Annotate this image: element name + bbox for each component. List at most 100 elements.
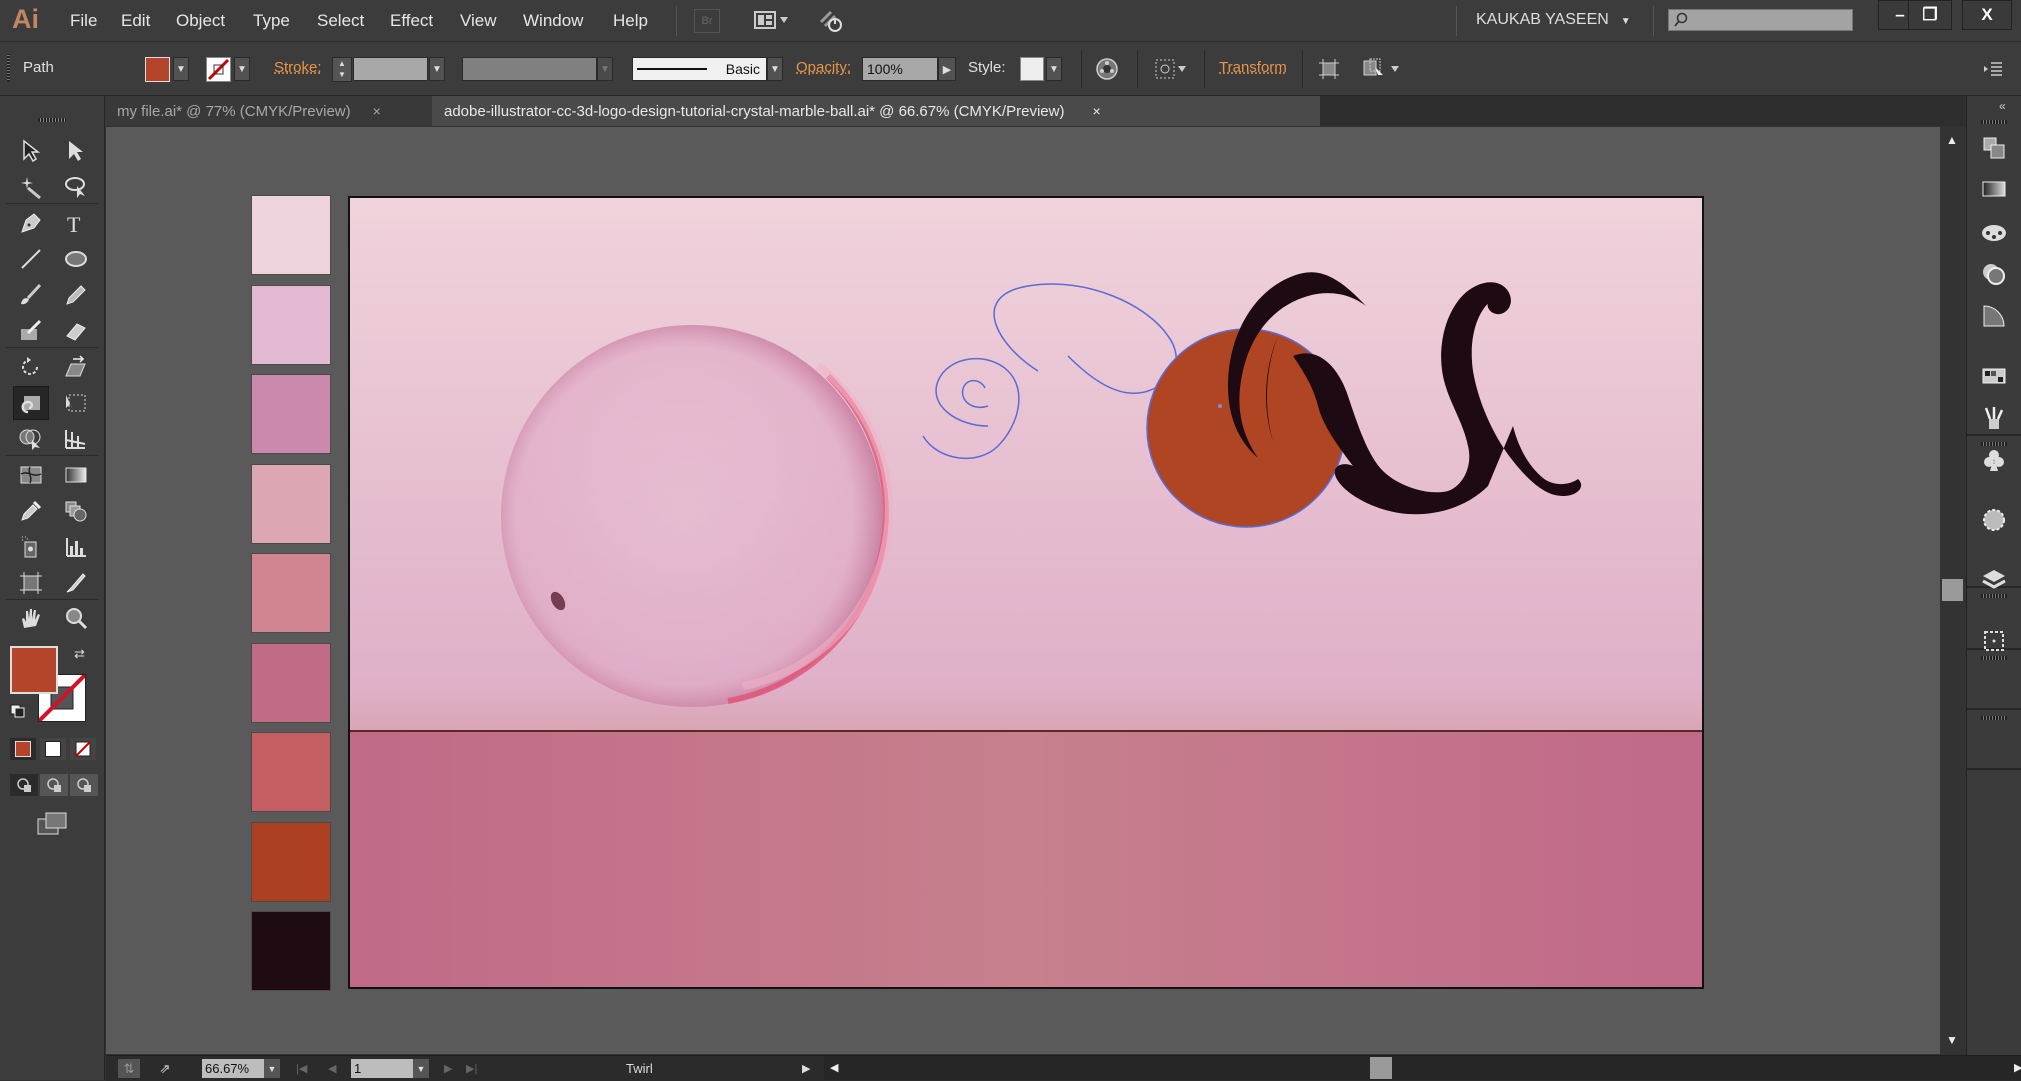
color-swatch-1[interactable]: [252, 196, 330, 274]
scroll-left-arrow[interactable]: ◀: [830, 1061, 838, 1074]
tab-crystal-marble-ball[interactable]: adobe-illustrator-cc-3d-logo-design-tuto…: [432, 96, 1320, 126]
zoom-level-dropdown[interactable]: ▼: [264, 1059, 280, 1078]
menu-edit[interactable]: Edit: [121, 11, 150, 31]
bridge-button[interactable]: Br: [694, 9, 720, 33]
eraser-tool[interactable]: [58, 314, 94, 348]
pencil-tool[interactable]: [58, 278, 94, 312]
gpu-performance-button[interactable]: [816, 8, 846, 34]
menu-help[interactable]: Help: [613, 11, 648, 31]
gpu-preview-button[interactable]: ⇅: [118, 1059, 140, 1078]
swatches-panel-button[interactable]: [1977, 359, 2011, 393]
stroke-weight-stepper[interactable]: ▲ ▼: [332, 57, 352, 82]
scroll-right-arrow[interactable]: ▶: [2014, 1061, 2021, 1074]
none-button[interactable]: [70, 738, 96, 760]
user-account-menu[interactable]: KAUKAB YASEEN ▼: [1476, 11, 1631, 29]
stroke-weight-input[interactable]: [353, 57, 428, 81]
slice-tool[interactable]: [58, 566, 94, 600]
draw-normal-button[interactable]: [10, 774, 38, 796]
color-swatch-9[interactable]: [252, 912, 330, 990]
gradient-panel-panel-button[interactable]: [1977, 172, 2011, 206]
menu-view[interactable]: View: [460, 11, 497, 31]
color-swatch-8[interactable]: [252, 822, 330, 901]
panel-group-grip[interactable]: [1981, 120, 2007, 124]
color-swatch-3[interactable]: [252, 375, 330, 453]
blob-brush-tool[interactable]: [13, 314, 49, 348]
artboard-tool[interactable]: [13, 566, 49, 600]
scroll-down-arrow[interactable]: ▼: [1946, 1033, 1958, 1047]
color-swatch-7[interactable]: [252, 733, 330, 811]
mesh-tool[interactable]: [13, 458, 49, 492]
twirl-tool[interactable]: [13, 386, 49, 420]
menu-effect[interactable]: Effect: [390, 11, 433, 31]
perspective-grid-tool[interactable]: [58, 422, 94, 456]
artboards-panel-button[interactable]: [1977, 624, 2011, 658]
zoom-tool[interactable]: [58, 602, 94, 636]
horizontal-scroll-thumb[interactable]: [1370, 1057, 1392, 1079]
control-panel-menu-button[interactable]: [1978, 56, 2008, 82]
tab-close-icon[interactable]: ×: [1092, 103, 1100, 119]
menu-window[interactable]: Window: [523, 11, 583, 31]
stroke-weight-dropdown[interactable]: ▼: [429, 57, 445, 81]
previous-artboard-button[interactable]: ◀: [328, 1059, 336, 1078]
menu-select[interactable]: Select: [317, 11, 364, 31]
artboard-dropdown[interactable]: ▼: [413, 1059, 429, 1078]
variable-width-dropdown[interactable]: ▼: [597, 57, 613, 81]
tab-my-file[interactable]: my file.ai* @ 77% (CMYK/Preview) ×: [105, 96, 432, 126]
first-artboard-button[interactable]: |◀: [296, 1059, 307, 1078]
blend-tool[interactable]: [58, 494, 94, 528]
color-swatch-4[interactable]: [252, 464, 330, 543]
pen-tool[interactable]: [13, 206, 49, 240]
share-button[interactable]: ⇗: [154, 1059, 176, 1078]
line-segment-tool[interactable]: [13, 242, 49, 276]
appearance-panel-button[interactable]: [1977, 299, 2011, 333]
gradient-tool[interactable]: [58, 458, 94, 492]
transform-panel-link[interactable]: Transform: [1219, 59, 1287, 76]
crystal-ball[interactable]: [501, 325, 893, 707]
artboard-number-input[interactable]: 1: [351, 1059, 413, 1078]
color-swatch-5[interactable]: [252, 554, 330, 632]
stroke-panel-link[interactable]: Stroke:: [274, 59, 322, 76]
symbol-sprayer-tool[interactable]: [13, 530, 49, 564]
last-artboard-button[interactable]: ▶|: [466, 1059, 477, 1078]
graphic-style-swatch[interactable]: [1020, 57, 1044, 81]
tools-panel-grip[interactable]: [38, 118, 66, 122]
color-swatch-2[interactable]: [252, 285, 330, 364]
lasso-tool[interactable]: [58, 170, 94, 204]
color-swatch-6[interactable]: [252, 643, 330, 722]
rotate-tool[interactable]: [13, 350, 49, 384]
scroll-up-arrow[interactable]: ▲: [1946, 133, 1958, 147]
swap-fill-stroke-icon[interactable]: ⇄: [74, 646, 85, 662]
arrange-documents-panel-button[interactable]: [1977, 131, 2011, 165]
opacity-panel-link[interactable]: Opacity:: [796, 59, 851, 76]
color-guide-panel-button[interactable]: [1977, 215, 2011, 249]
recolor-artwork-button[interactable]: [1094, 56, 1120, 82]
stroke-color-swatch[interactable]: [206, 57, 231, 82]
transparency-panel-button[interactable]: [1977, 257, 2011, 291]
fill-box[interactable]: [10, 646, 58, 694]
symbols-panel-button[interactable]: [1977, 443, 2011, 477]
isolate-group-button[interactable]: [1316, 56, 1342, 82]
draw-inside-button[interactable]: [70, 774, 98, 796]
selection-tool[interactable]: [13, 134, 49, 168]
hand-tool[interactable]: [13, 602, 49, 636]
dock-collapse-button[interactable]: «: [1999, 99, 2006, 113]
opacity-input[interactable]: 100%: [862, 57, 938, 81]
arrange-documents-button[interactable]: [752, 8, 794, 32]
gradient-button[interactable]: [40, 738, 66, 760]
opacity-slider-toggle[interactable]: ▶: [938, 57, 956, 81]
ellipse-tool[interactable]: [58, 242, 94, 276]
layers-panel-button[interactable]: [1977, 563, 2011, 597]
stroke-dropdown[interactable]: ▼: [234, 57, 250, 81]
close-button[interactable]: X: [1962, 0, 2012, 30]
next-artboard-button[interactable]: ▶: [444, 1059, 452, 1078]
zoom-level-input[interactable]: 66.67%: [202, 1059, 264, 1078]
change-screen-mode-button[interactable]: [36, 810, 70, 838]
color-button[interactable]: [10, 738, 36, 760]
graphic-styles-panel-button[interactable]: [1977, 503, 2011, 537]
horizontal-scrollbar[interactable]: ◀ ▶: [824, 1056, 2021, 1080]
brush-definition[interactable]: Basic: [632, 57, 767, 81]
default-fill-stroke-icon[interactable]: [10, 704, 26, 718]
column-graph-tool[interactable]: [58, 530, 94, 564]
brush-dropdown[interactable]: ▼: [767, 57, 783, 81]
shape-builder-tool[interactable]: [13, 422, 49, 456]
